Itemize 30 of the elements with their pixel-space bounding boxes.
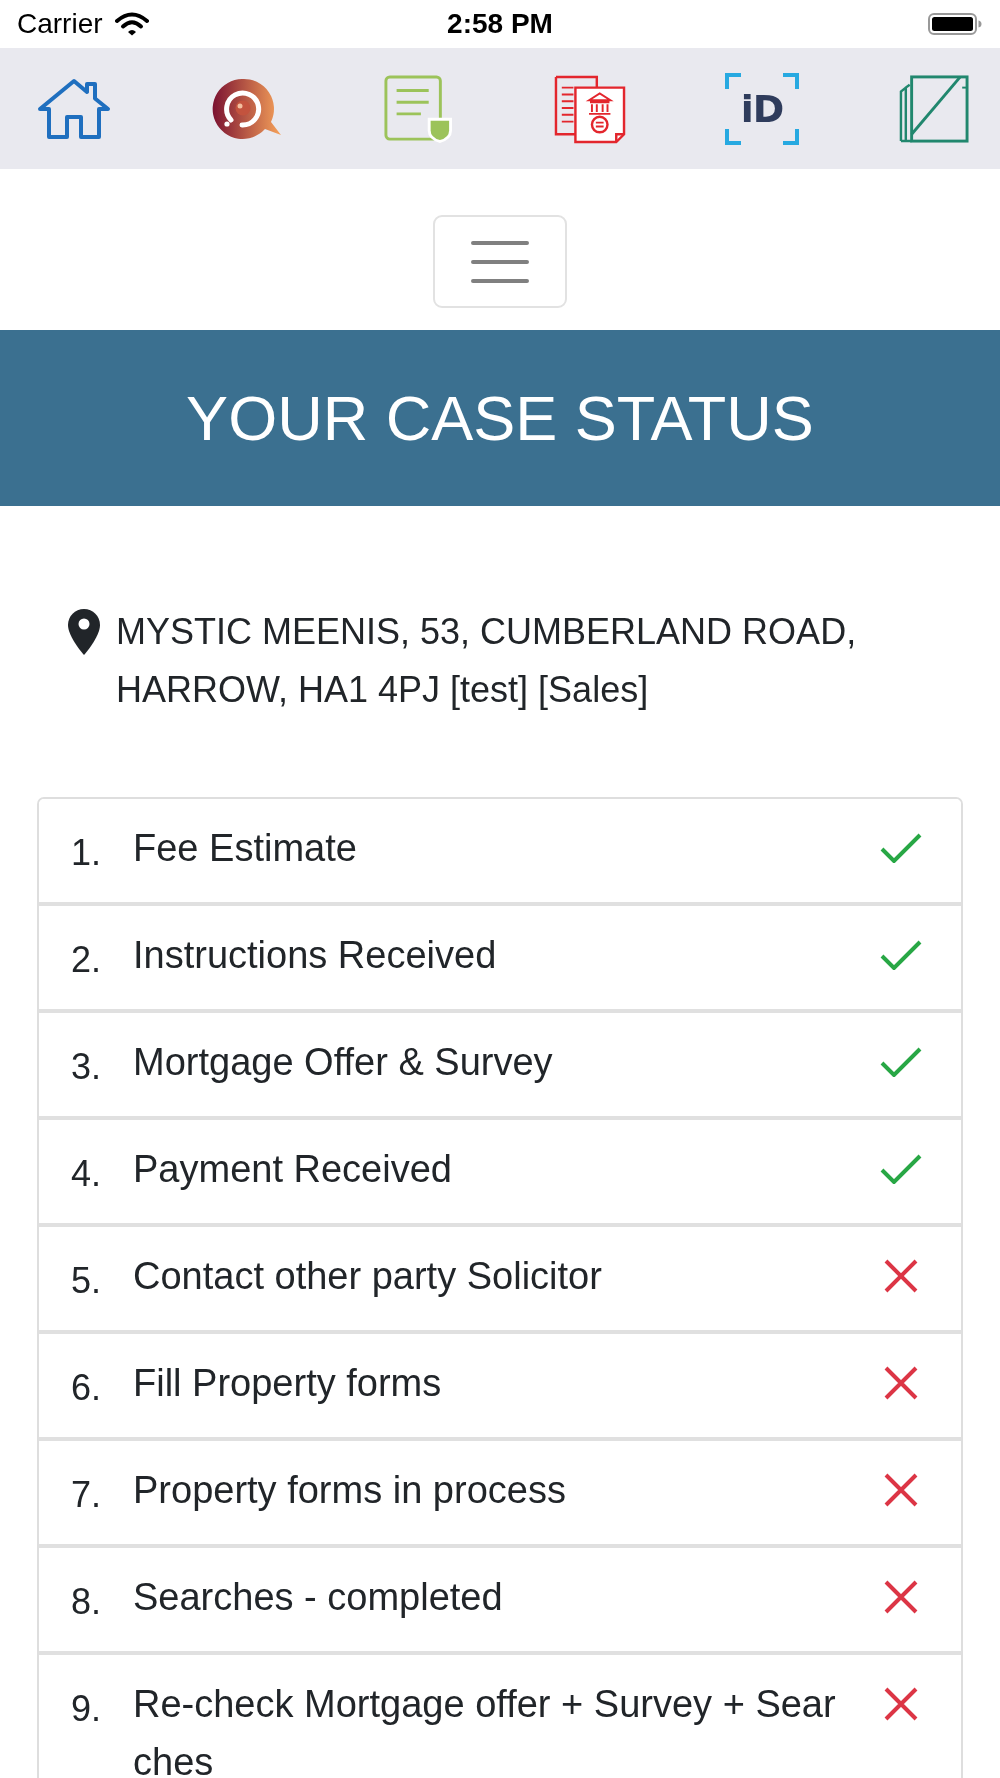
step-label: Fill Property forms (133, 1361, 443, 1406)
step-label: Re-check Mortgage offer + Survey + Searches (133, 1682, 837, 1778)
address-text: MYSTIC MEENIS, 53, CUMBERLAND ROAD, HARROW, HA1 4PJ [test] [Sales] (116, 610, 858, 712)
time-label: 2:58 PM (447, 8, 553, 40)
carrier-label: Carrier (17, 8, 103, 40)
folders-icon[interactable] (897, 73, 971, 144)
bank-document-icon[interactable] (553, 73, 627, 144)
battery-icon (928, 13, 982, 35)
step-label: Payment Received (133, 1147, 453, 1192)
step-label: Searches - completed (133, 1575, 504, 1620)
step-label: Fee Estimate (133, 826, 358, 871)
step-label: Instructions Received (133, 933, 498, 978)
step-number: 3. (71, 1045, 103, 1089)
step-number: 2. (71, 938, 103, 982)
menu-icon (471, 240, 529, 283)
page-title: YOUR CASE STATUS (186, 382, 814, 454)
step-number: 8. (71, 1580, 103, 1624)
step-number: 4. (71, 1152, 103, 1196)
step-number: 1. (71, 831, 103, 875)
step-label: Property forms in process (133, 1468, 567, 1513)
step-number: 7. (71, 1473, 103, 1517)
step-label: Contact other party Solicitor (133, 1254, 603, 1299)
wifi-icon (114, 12, 149, 36)
menu-button[interactable] (433, 215, 567, 308)
id-scan-button[interactable]: iD (725, 72, 799, 145)
location-pin-icon (68, 609, 100, 655)
step-number: 6. (71, 1366, 103, 1410)
step-number: 5. (71, 1259, 103, 1303)
step-label: Mortgage Offer & Survey (133, 1040, 554, 1085)
step-number: 9. (71, 1687, 103, 1731)
